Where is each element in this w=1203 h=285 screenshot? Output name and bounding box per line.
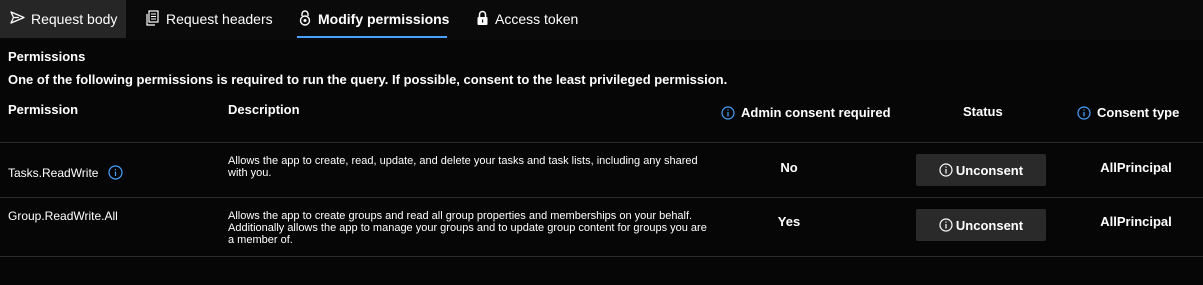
tab-modify-permissions[interactable]: Modify permissions (298, 0, 449, 38)
consent-type-value: AllPrincipal (1100, 214, 1172, 229)
tab-label: Modify permissions (318, 11, 450, 27)
header-consent-type: Consent type (1077, 105, 1179, 120)
send-icon (10, 11, 31, 27)
tab-label: Access token (495, 11, 579, 27)
permission-notice: One of the following permissions is requ… (8, 72, 728, 87)
table-row-permission: Group.ReadWrite.All (8, 209, 118, 223)
info-icon (939, 163, 953, 177)
button-label: Unconsent (955, 162, 1024, 178)
table-row-permission: Tasks.ReadWrite (8, 165, 124, 180)
button-label: Unconsent (955, 217, 1024, 233)
lock-icon (476, 10, 495, 29)
tab-bar: Request body Request headers Modify perm… (0, 0, 1203, 38)
permission-name: Tasks.ReadWrite (8, 165, 99, 180)
tab-label: Request body (31, 11, 118, 27)
header-permission: Permission (8, 102, 79, 117)
section-title: Permissions (8, 49, 86, 64)
admin-consent-value: Yes (777, 214, 801, 229)
divider (0, 142, 1203, 143)
info-icon[interactable] (1077, 105, 1091, 120)
header-admin-consent: Admin consent required (721, 105, 891, 120)
consent-type-value: AllPrincipal (1100, 160, 1172, 175)
permission-description: Allows the app to create groups and read… (228, 210, 707, 246)
info-icon[interactable] (721, 105, 735, 120)
permission-name: Group.ReadWrite.All (8, 209, 118, 223)
header-description: Description (228, 102, 300, 117)
tab-label: Request headers (166, 11, 273, 27)
tab-request-headers[interactable]: Request headers (146, 0, 273, 38)
permission-description: Allows the app to create, read, update, … (228, 155, 698, 179)
document-icon (146, 9, 166, 29)
divider (0, 197, 1203, 198)
info-icon[interactable] (108, 165, 124, 180)
admin-consent-value: No (780, 160, 798, 175)
tab-access-token[interactable]: Access token (476, 0, 578, 38)
info-icon (939, 218, 953, 232)
header-label: Admin consent required (741, 105, 891, 120)
unconsent-button[interactable]: Unconsent (916, 209, 1046, 241)
unconsent-button[interactable]: Unconsent (916, 154, 1046, 186)
active-tab-indicator (297, 36, 447, 38)
header-status: Status (963, 104, 1003, 119)
tab-request-body[interactable]: Request body (0, 0, 126, 38)
divider (0, 256, 1203, 257)
lock-settings-icon (298, 9, 318, 29)
header-label: Consent type (1097, 105, 1180, 120)
